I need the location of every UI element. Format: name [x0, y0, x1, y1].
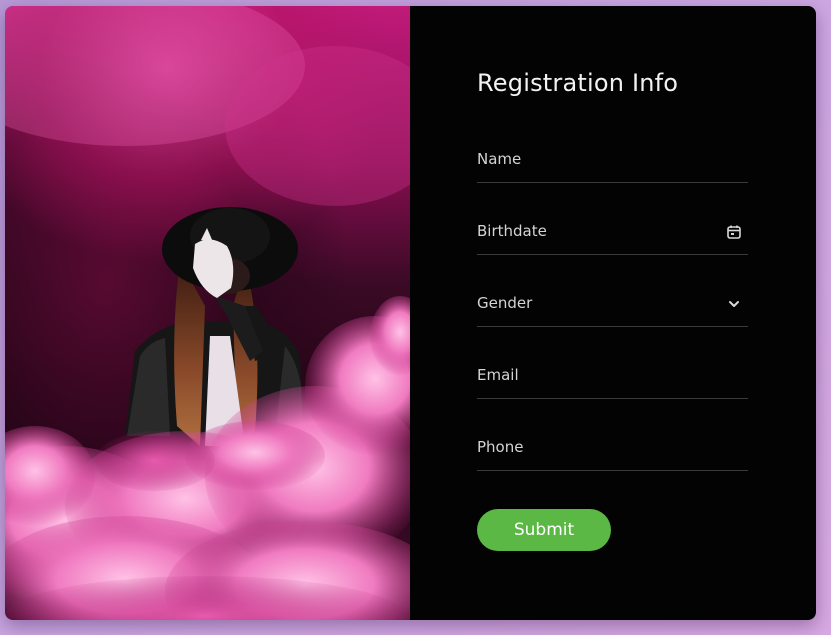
phone-field[interactable]: Phone [477, 434, 748, 471]
calendar-icon[interactable] [726, 224, 742, 240]
birthdate-field-label: Birthdate [477, 222, 547, 240]
smoke-person-illustration [5, 6, 410, 620]
submit-button[interactable]: Submit [477, 509, 611, 551]
email-field-label: Email [477, 366, 519, 384]
phone-field-label: Phone [477, 438, 524, 456]
gender-select[interactable]: Gender [477, 290, 748, 327]
form-title: Registration Info [477, 69, 679, 97]
gender-select-label: Gender [477, 294, 533, 312]
registration-card: Registration Info Name Birthdate Gender [5, 6, 816, 620]
name-field[interactable]: Name [477, 146, 748, 183]
hero-photo [5, 6, 410, 620]
registration-form: Registration Info Name Birthdate Gender [410, 6, 816, 620]
chevron-down-icon[interactable] [726, 296, 742, 312]
name-field-label: Name [477, 150, 522, 168]
birthdate-field[interactable]: Birthdate [477, 218, 748, 255]
email-field[interactable]: Email [477, 362, 748, 399]
